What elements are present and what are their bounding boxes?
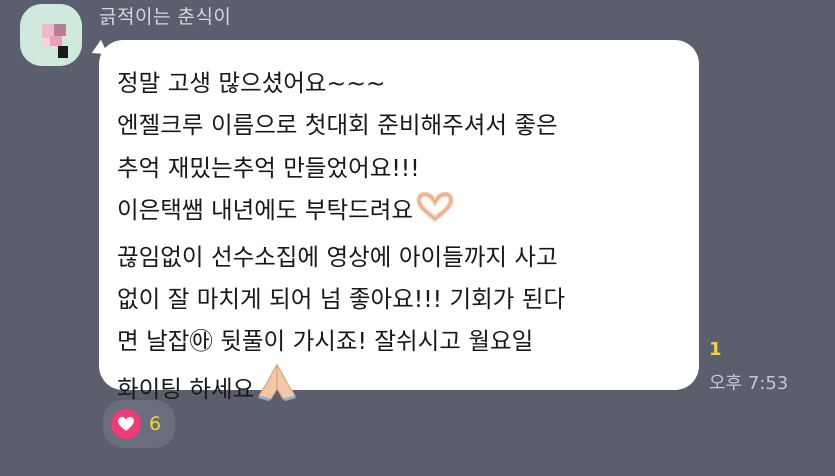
message-line: 화이팅 하세요 [117,363,681,414]
avatar-pixel [50,36,62,46]
sender-avatar[interactable] [20,4,82,66]
heart-hands-emoji-icon [416,191,454,235]
message-bubble[interactable]: 정말 고생 많으셨어요~~~ 엔젤크루 이름으로 첫대회 준비해주셔서 좋은 추… [99,40,699,403]
message-line: 정말 고생 많으셨어요~~~ [117,69,386,97]
message-line: 끊임없이 선수소집에 영상에 아이들까지 사고 [117,242,558,271]
message-line: 엔젤크루 이름으로 첫대회 준비해주셔서 좋은 [117,111,558,140]
avatar-pixel [58,46,68,58]
message-line: 추억 재밌는추억 만들었어요!!! [117,153,420,182]
avatar-pixel [42,38,50,46]
heart-icon [111,409,141,439]
reaction-chip[interactable]: 6 [103,400,175,448]
message-line: 없이 잘 마치게 되어 넘 좋아요!!! 기회가 된다 [117,285,566,314]
reaction-count: 6 [149,413,162,435]
unread-count: 1 [709,339,722,360]
sender-name[interactable]: 긁적이는 춘식이 [99,2,231,29]
avatar-pixel [54,24,66,36]
message-time: 오후 7:53 [709,373,789,394]
message-line: 이은택쌤 내년에도 부탁드려요 [117,189,681,235]
message-line: 면 날잡㉵ 뒷풀이 가시죠! 잘쉬시고 월요일 [117,327,534,356]
chat-screen: 긁적이는 춘식이 정말 고생 많으셨어요~~~ 엔젤크루 이름으로 첫대회 준비… [0,0,835,476]
folded-hands-emoji-icon [257,363,297,414]
